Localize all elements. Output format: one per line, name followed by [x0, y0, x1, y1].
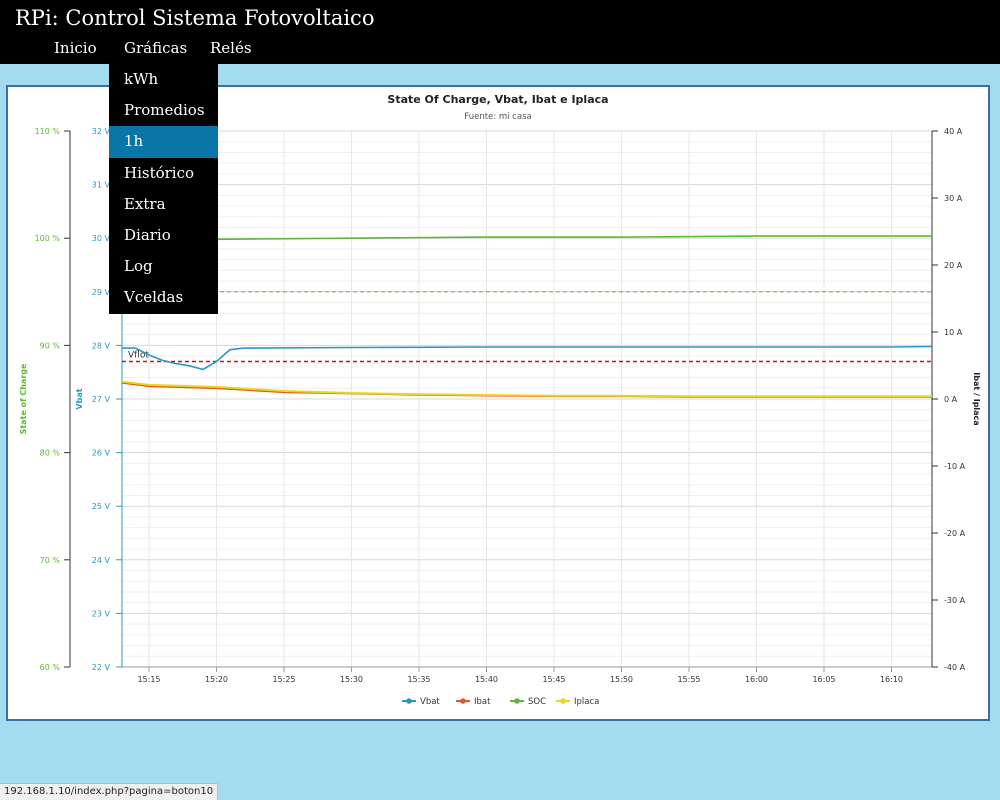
graficas-dropdown-menu: kWh Promedios 1h Histórico Extra Diario … [109, 64, 218, 314]
x-tick-label: 15:30 [340, 675, 363, 684]
current-tick-label: -40 A [944, 663, 966, 672]
soc-tick-label: 80 % [40, 449, 61, 458]
legend-marker-ibat [460, 698, 466, 704]
legend-label-soc: SOC [528, 697, 546, 707]
chart-subtitle: Fuente: mi casa [464, 112, 531, 122]
current-tick-label: 0 A [944, 395, 958, 404]
menu-item-log[interactable]: Log [109, 251, 218, 282]
legend-label-iplaca: Iplaca [574, 697, 599, 707]
vbat-tick-label: 29 V [92, 288, 111, 297]
vbat-tick-label: 23 V [92, 609, 111, 618]
menu-item-promedios[interactable]: Promedios [109, 95, 218, 126]
x-tick-label: 16:05 [812, 675, 835, 684]
x-tick-label: 15:45 [542, 675, 565, 684]
current-tick-label: -30 A [944, 596, 966, 605]
menu-item-diario[interactable]: Diario [109, 220, 218, 251]
vbat-tick-label: 30 V [92, 234, 111, 243]
x-tick-label: 16:00 [745, 675, 768, 684]
current-tick-label: -20 A [944, 529, 966, 538]
soc-tick-label: 90 % [40, 341, 61, 350]
current-tick-label: -10 A [944, 462, 966, 471]
x-tick-label: 15:35 [407, 675, 430, 684]
series-line-iplaca [121, 380, 932, 398]
vbat-tick-label: 26 V [92, 449, 111, 458]
x-tick-label: 15:25 [272, 675, 295, 684]
menu-item-vceldas[interactable]: Vceldas [109, 282, 218, 313]
soc-tick-label: 110 % [35, 127, 61, 136]
vbat-tick-label: 32 V [92, 127, 111, 136]
vbat-tick-label: 22 V [92, 663, 111, 672]
vbat-tick-label: 24 V [92, 556, 111, 565]
app-title: RPi: Control Sistema Fotovoltaico [15, 6, 375, 30]
current-tick-label: 40 A [944, 127, 963, 136]
x-tick-label: 15:20 [205, 675, 228, 684]
nav-reles[interactable]: Relés [210, 39, 252, 57]
vflot-label: Vflot [128, 350, 149, 360]
vbat-tick-label: 27 V [92, 395, 111, 404]
legend-marker-soc [514, 698, 520, 704]
vbat-axis-title: Vbat [75, 388, 84, 409]
top-header: RPi: Control Sistema Fotovoltaico Inicio… [0, 0, 1000, 64]
current-tick-label: 10 A [944, 328, 963, 337]
legend-marker-vbat [406, 698, 412, 704]
x-tick-label: 15:50 [610, 675, 633, 684]
current-tick-label: 30 A [944, 194, 963, 203]
legend-label-ibat: Ibat [474, 697, 491, 707]
menu-item-1h[interactable]: 1h [109, 126, 218, 158]
x-tick-label: 15:15 [137, 675, 160, 684]
menu-item-extra[interactable]: Extra [109, 189, 218, 220]
soc-tick-label: 60 % [40, 663, 61, 672]
current-axis-title: Ibat / Iplaca [972, 372, 981, 425]
vbat-tick-label: 28 V [92, 341, 111, 350]
current-tick-label: 20 A [944, 261, 963, 270]
vbat-tick-label: 31 V [92, 181, 111, 190]
legend-marker-iplaca [560, 698, 566, 704]
nav-inicio[interactable]: Inicio [54, 39, 97, 57]
legend-label-vbat: Vbat [420, 697, 440, 707]
status-bar-url: 192.168.1.10/index.php?pagina=boton10 [0, 783, 219, 800]
menu-item-kwh[interactable]: kWh [109, 64, 218, 95]
soc-tick-label: 100 % [35, 234, 61, 243]
chart-title: State Of Charge, Vbat, Ibat e Iplaca [387, 93, 608, 106]
soc-axis-title: State of Charge [19, 363, 28, 434]
x-tick-label: 15:40 [475, 675, 498, 684]
soc-tick-label: 70 % [40, 556, 61, 565]
x-tick-label: 16:10 [880, 675, 903, 684]
menu-item-historico[interactable]: Histórico [109, 158, 218, 189]
nav-graficas[interactable]: Gráficas [124, 39, 187, 57]
x-tick-label: 15:55 [677, 675, 700, 684]
vbat-tick-label: 25 V [92, 502, 111, 511]
series-line-vbat [122, 345, 933, 371]
